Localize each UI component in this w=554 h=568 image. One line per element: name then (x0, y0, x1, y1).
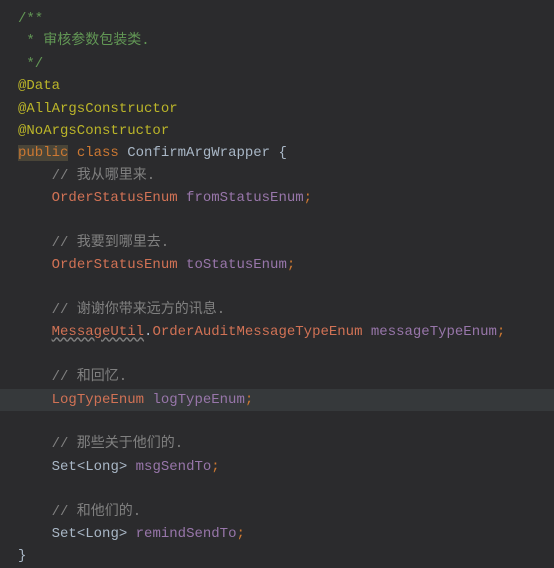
comment-sendto: // 那些关于他们的. (0, 433, 554, 455)
blank-line (0, 344, 554, 366)
code-editor[interactable]: /** * 审核参数包装类. */ @Data @AllArgsConstruc… (0, 8, 554, 568)
blank-line (0, 411, 554, 433)
doc-comment-close: */ (0, 53, 554, 75)
blank-line (0, 478, 554, 500)
comment-to: // 我要到哪里去. (0, 232, 554, 254)
class-declaration: public class ConfirmArgWrapper { (0, 142, 554, 164)
doc-comment-body: * 审核参数包装类. (0, 30, 554, 52)
field-msgtype: MessageUtil.OrderAuditMessageTypeEnum me… (0, 321, 554, 343)
field-fromstatus: OrderStatusEnum fromStatusEnum; (0, 187, 554, 209)
annotation-allargs: @AllArgsConstructor (0, 98, 554, 120)
annotation-data: @Data (0, 75, 554, 97)
doc-comment-open: /** (0, 8, 554, 30)
comment-log: // 和回忆. (0, 366, 554, 388)
field-remindsendto: Set<Long> remindSendTo; (0, 523, 554, 545)
field-tostatus: OrderStatusEnum toStatusEnum; (0, 254, 554, 276)
comment-from: // 我从哪里来. (0, 165, 554, 187)
blank-line (0, 210, 554, 232)
field-msgsendto: Set<Long> msgSendTo; (0, 456, 554, 478)
field-logtype: LogTypeEnum logTypeEnum; (0, 389, 554, 411)
class-close: } (0, 545, 554, 567)
blank-line (0, 277, 554, 299)
comment-msg: // 谢谢你带来远方的讯息. (0, 299, 554, 321)
annotation-noargs: @NoArgsConstructor (0, 120, 554, 142)
comment-remind: // 和他们的. (0, 501, 554, 523)
